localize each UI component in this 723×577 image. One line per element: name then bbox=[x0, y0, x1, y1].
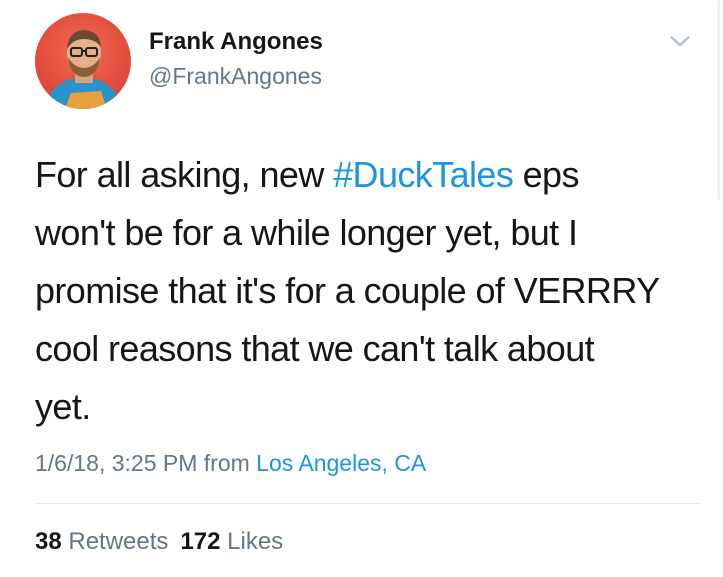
location-link[interactable]: Los Angeles, CA bbox=[256, 450, 426, 476]
tweet-meta: 1/6/18, 3:25 PM from Los Angeles, CA bbox=[35, 448, 426, 478]
retweets-label: Retweets bbox=[68, 528, 169, 555]
retweets-count: 38 bbox=[35, 528, 62, 555]
tweet-text-line: For all asking, new #DuckTales eps bbox=[35, 146, 695, 204]
likes-count: 172 bbox=[180, 528, 221, 555]
avatar[interactable] bbox=[35, 13, 131, 109]
timestamp[interactable]: 1/6/18, 3:25 PM bbox=[35, 450, 197, 476]
author-name[interactable]: Frank Angones bbox=[149, 28, 323, 56]
tweet-text-line: yet. bbox=[35, 386, 91, 427]
likes-label: Likes bbox=[227, 528, 284, 555]
tweet-text-line: cool reasons that we can't talk about bbox=[35, 328, 595, 369]
likes-stat[interactable]: 172 Likes bbox=[180, 528, 283, 555]
tweet-stats: 38 Retweets 172 Likes bbox=[35, 527, 283, 557]
avatar-image bbox=[45, 30, 123, 109]
retweets-stat[interactable]: 38 Retweets bbox=[35, 528, 168, 555]
chevron-down-icon[interactable] bbox=[669, 33, 691, 49]
tweet-text-line: won't be for a while longer yet, but I bbox=[35, 212, 578, 253]
divider bbox=[35, 503, 700, 504]
tweet-text-line: promise that it's for a couple of VERRRY bbox=[35, 270, 660, 311]
author-handle[interactable]: @FrankAngones bbox=[149, 62, 322, 90]
tweet-text-segment: eps bbox=[513, 154, 580, 195]
tweet-text: For all asking, new #DuckTales eps won't… bbox=[35, 146, 695, 436]
scrollbar[interactable] bbox=[717, 0, 720, 200]
tweet-card: Frank Angones @FrankAngones For all aski… bbox=[0, 0, 723, 577]
from-label: from bbox=[203, 450, 250, 476]
hashtag-link[interactable]: #DuckTales bbox=[333, 154, 514, 195]
tweet-text-segment: For all asking, new bbox=[35, 154, 334, 195]
